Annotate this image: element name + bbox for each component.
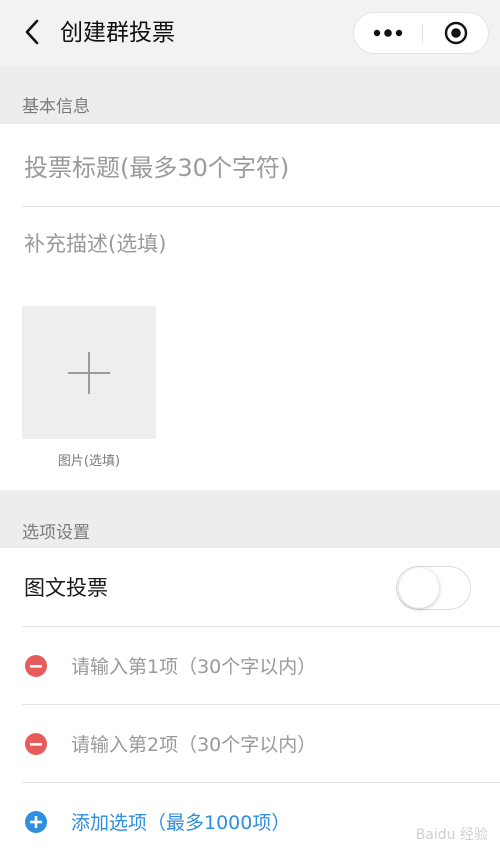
section-label: 基本信息 — [22, 97, 90, 117]
vote-title-input[interactable]: 投票标题(最多30个字符) — [24, 148, 289, 183]
more-dots-icon — [373, 29, 403, 37]
image-label: 图片(选填) — [57, 454, 121, 469]
close-button[interactable] — [423, 13, 489, 53]
remove-option-icon[interactable] — [25, 733, 47, 755]
options-card: 图文投票 请输入第1项（30个字以内） 请输入第2项（30个字以内） 添加选项（… — [0, 548, 500, 852]
page-title: 创建群投票 — [60, 20, 175, 46]
option-input-1[interactable]: 请输入第1项（30个字以内） — [71, 652, 316, 679]
add-option-icon[interactable] — [25, 811, 47, 833]
divider — [22, 206, 500, 207]
back-button[interactable] — [14, 14, 50, 50]
section-label: 选项设置 — [22, 523, 90, 543]
capsule-menu — [353, 12, 489, 54]
toggle-knob — [399, 568, 439, 608]
option-input-2[interactable]: 请输入第2项（30个字以内） — [71, 730, 316, 757]
basic-info-card: 投票标题(最多30个字符) 补充描述(选填) 图片(选填) — [0, 124, 500, 490]
more-button[interactable] — [354, 13, 422, 53]
image-vote-row: 图文投票 — [0, 548, 500, 626]
option-row-1: 请输入第1项（30个字以内） — [0, 627, 500, 705]
section-header-basic-info: 基本信息 — [0, 66, 500, 124]
plus-icon — [68, 351, 110, 394]
nav-bar: 创建群投票 — [0, 0, 500, 66]
section-header-options: 选项设置 — [0, 490, 500, 548]
watermark: Baidu 经验 — [415, 827, 488, 843]
image-vote-label: 图文投票 — [24, 576, 108, 600]
description-input[interactable]: 补充描述(选填) — [24, 228, 166, 258]
add-option-button[interactable]: 添加选项（最多1000项） — [71, 808, 290, 835]
image-vote-toggle[interactable] — [396, 566, 471, 610]
option-row-2: 请输入第2项（30个字以内） — [0, 705, 500, 783]
target-close-icon — [444, 21, 468, 45]
remove-option-icon[interactable] — [25, 655, 47, 677]
chevron-left-icon — [25, 19, 39, 45]
add-image-button[interactable] — [22, 306, 156, 439]
